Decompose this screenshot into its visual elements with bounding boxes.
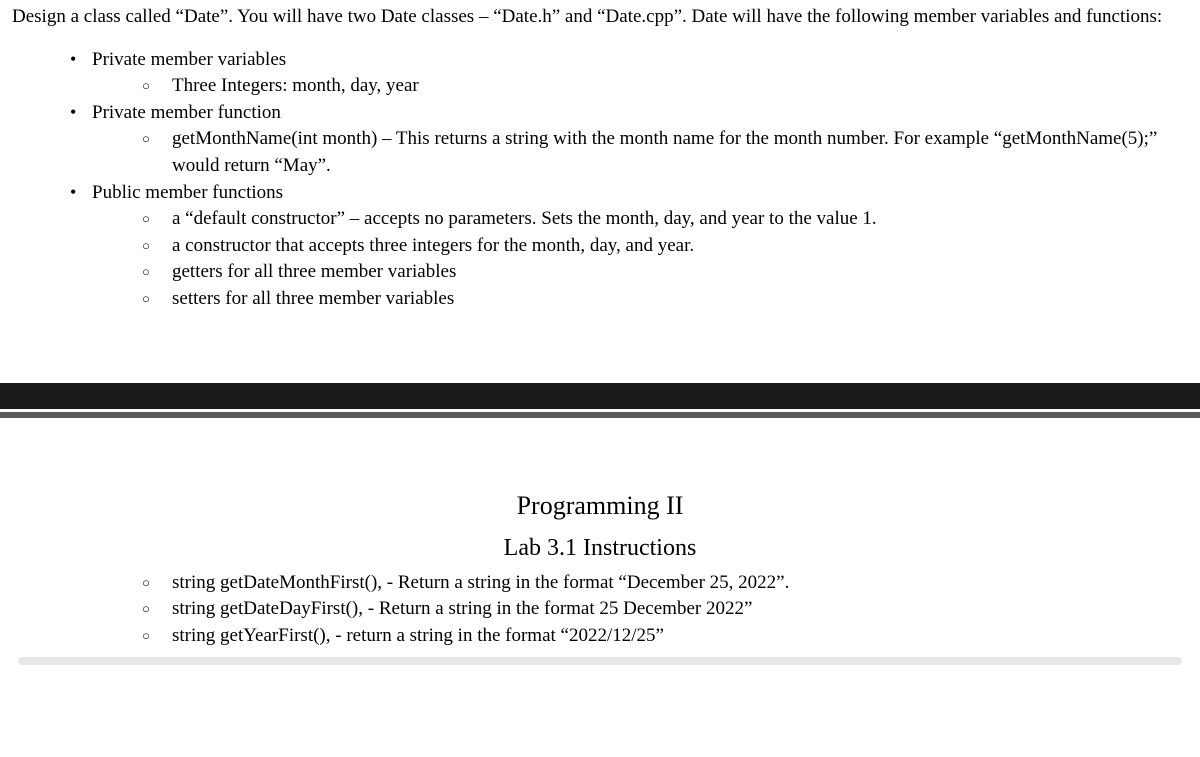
sub-item: string getDateMonthFirst(), - Return a s… (92, 570, 1188, 597)
page-divider-gray (0, 412, 1200, 418)
bullet-text: Private member variables (92, 49, 286, 70)
sub-item: setters for all three member variables (92, 286, 1188, 313)
sub-list: getMonthName(int month) – This returns a… (92, 126, 1188, 179)
bullet-item: Public member functions a “default const… (12, 180, 1188, 313)
sub-item: Three Integers: month, day, year (92, 73, 1188, 100)
page-divider-dark (0, 383, 1200, 409)
course-title: Programming II (0, 488, 1200, 524)
sub-list: Three Integers: month, day, year (92, 73, 1188, 100)
intro-paragraph: Design a class called “Date”. You will h… (0, 0, 1200, 39)
sub-item: string getYearFirst(), - return a string… (92, 623, 1188, 650)
horizontal-scrollbar[interactable] (18, 657, 1182, 665)
sub-item: getMonthName(int month) – This returns a… (92, 126, 1188, 179)
bullet-text: Private member function (92, 102, 281, 123)
sub-item: string getDateDayFirst(), - Return a str… (92, 596, 1188, 623)
bullet-item: Private member variables Three Integers:… (12, 47, 1188, 100)
sub-item: a constructor that accepts three integer… (92, 233, 1188, 260)
main-list: Private member variables Three Integers:… (0, 39, 1200, 313)
sub-item: a “default constructor” – accepts no par… (92, 206, 1188, 233)
bottom-sub-list: string getDateMonthFirst(), - Return a s… (0, 566, 1200, 650)
sub-list: a “default constructor” – accepts no par… (92, 206, 1188, 312)
bullet-item: Private member function getMonthName(int… (12, 100, 1188, 180)
bullet-text: Public member functions (92, 182, 283, 203)
sub-item: getters for all three member variables (92, 259, 1188, 286)
page-header: Programming II Lab 3.1 Instructions (0, 488, 1200, 566)
lab-title: Lab 3.1 Instructions (0, 532, 1200, 566)
